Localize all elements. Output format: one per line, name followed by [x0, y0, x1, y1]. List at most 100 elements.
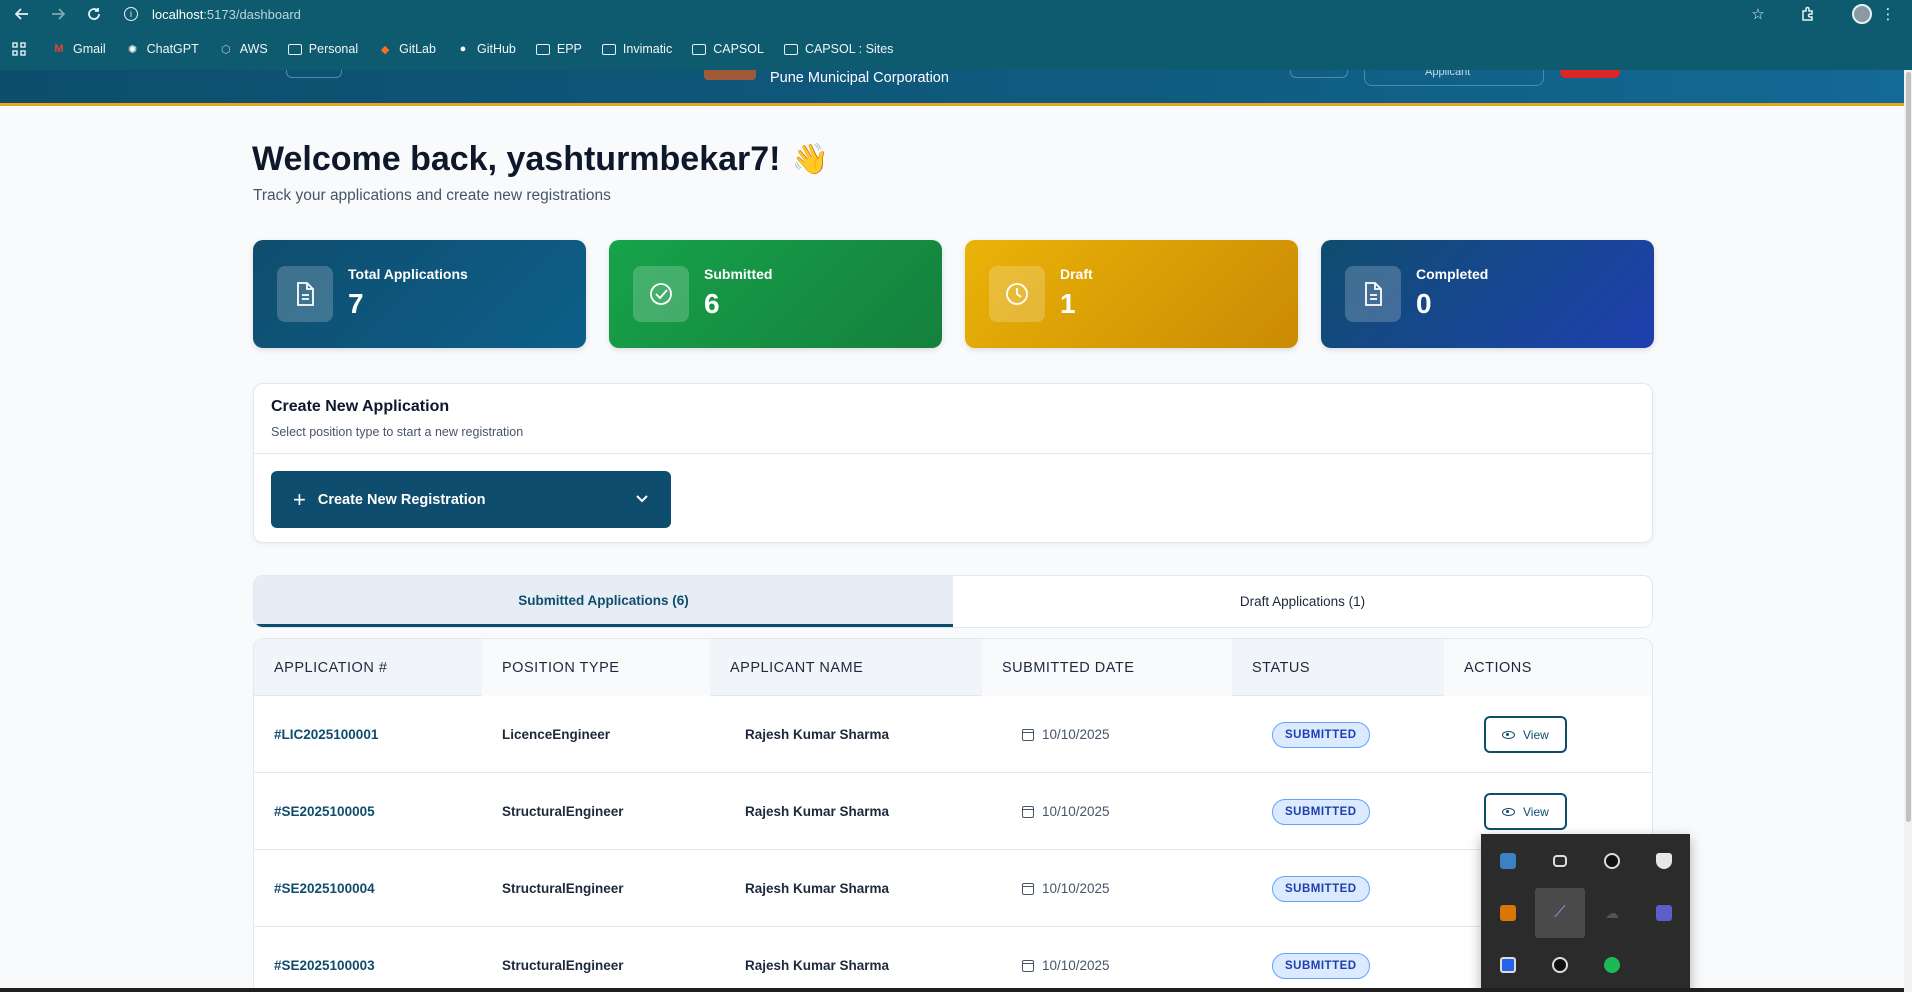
date-text: 10/10/2025 — [1042, 804, 1110, 819]
table-row: #SE2025100005 StructuralEngineer Rajesh … — [254, 773, 1652, 850]
tray-app-icon[interactable] — [1483, 888, 1533, 938]
submitted-date: 10/10/2025 — [1022, 696, 1110, 773]
applications-table: APPLICATION # POSITION TYPE APPLICANT NA… — [253, 638, 1653, 992]
application-number-link[interactable]: #SE2025100004 — [274, 850, 375, 927]
welcome-subtitle: Track your applications and create new r… — [253, 187, 611, 204]
logout-button[interactable] — [1560, 70, 1620, 78]
bookmark-github[interactable]: ● GitHub — [456, 42, 516, 56]
folder-icon — [783, 42, 798, 56]
application-number-link[interactable]: #SE2025100003 — [274, 927, 375, 991]
bookmark-capsol-sites[interactable]: CAPSOL : Sites — [783, 42, 893, 56]
bookmark-gitlab[interactable]: ◆ GitLab — [378, 42, 436, 56]
column-header-application-number: APPLICATION # — [274, 659, 388, 676]
tab-draft-applications[interactable]: Draft Applications (1) — [953, 576, 1652, 627]
table-header: APPLICATION # POSITION TYPE APPLICANT NA… — [254, 639, 1652, 696]
bookmark-label: Personal — [308, 42, 359, 56]
welcome-title: Welcome back, yashturmbekar7! — [252, 140, 781, 178]
extensions-icon[interactable] — [1796, 3, 1820, 25]
waving-hand-icon: 👋 — [791, 143, 830, 176]
application-tabs: Submitted Applications (6) Draft Applica… — [253, 575, 1653, 628]
table-row: #LIC2025100001 LicenceEngineer Rajesh Ku… — [254, 696, 1652, 773]
address-bar[interactable]: i localhost:5173/dashboard — [124, 3, 1774, 25]
create-application-card: Create New Application Select position t… — [253, 383, 1653, 543]
bookmark-label: Gmail — [73, 42, 106, 56]
bookmark-label: ChatGPT — [146, 42, 199, 56]
stat-label: Draft — [1060, 266, 1093, 282]
calendar-icon — [1022, 805, 1034, 818]
bookmark-label: GitHub — [476, 42, 516, 56]
document-icon — [1345, 266, 1401, 322]
forward-arrow-icon[interactable] — [46, 2, 70, 26]
bookmark-aws[interactable]: ⬡ AWS — [219, 42, 268, 56]
stat-label: Completed — [1416, 266, 1489, 282]
check-circle-icon — [633, 266, 689, 322]
column-header-applicant-name: APPLICANT NAME — [730, 659, 864, 676]
reload-icon[interactable] — [82, 2, 106, 26]
date-text: 10/10/2025 — [1042, 958, 1110, 973]
user-role: Applicant — [1425, 70, 1471, 78]
stat-value: 7 — [348, 288, 364, 319]
user-menu[interactable]: Applicant — [1364, 70, 1544, 86]
actions-cell: View — [1484, 696, 1567, 773]
info-icon[interactable]: i — [124, 7, 138, 21]
url-path: :5173/dashboard — [203, 6, 301, 22]
gitlab-icon: ◆ — [380, 43, 390, 56]
scrollbar-thumb[interactable] — [1906, 72, 1911, 822]
back-arrow-icon[interactable] — [10, 2, 34, 26]
status-cell: SUBMITTED — [1272, 850, 1370, 927]
stat-card-completed: Completed 0 — [1321, 240, 1654, 348]
tray-teams-icon[interactable] — [1639, 888, 1689, 938]
view-button[interactable]: View — [1484, 793, 1567, 830]
table-row: #SE2025100004 StructuralEngineer Rajesh … — [254, 850, 1652, 927]
application-number-link[interactable]: #LIC2025100001 — [274, 696, 378, 773]
bookmark-invimatic[interactable]: Invimatic — [601, 42, 672, 56]
view-label: View — [1523, 727, 1549, 742]
create-card-subtitle: Select position type to start a new regi… — [271, 425, 524, 439]
view-button[interactable]: View — [1484, 716, 1567, 753]
position-type: StructuralEngineer — [502, 958, 624, 973]
stat-value: 6 — [704, 288, 720, 319]
profile-avatar[interactable] — [1850, 3, 1874, 25]
tray-app-icon[interactable] — [1483, 940, 1533, 990]
status-cell: SUBMITTED — [1272, 927, 1370, 991]
submitted-date: 10/10/2025 — [1022, 850, 1110, 927]
eye-icon — [1502, 730, 1515, 739]
create-registration-button[interactable]: + Create New Registration — [271, 471, 671, 528]
tray-shield-icon[interactable] — [1639, 836, 1689, 886]
tray-security-icon[interactable] — [1587, 836, 1637, 886]
bookmark-personal[interactable]: Personal — [287, 42, 359, 56]
table-row: #SE2025100003 StructuralEngineer Rajesh … — [254, 927, 1652, 991]
bookmark-label: AWS — [239, 42, 268, 56]
clock-icon — [989, 266, 1045, 322]
bookmark-epp[interactable]: EPP — [535, 42, 582, 56]
bookmark-capsol[interactable]: CAPSOL — [692, 42, 764, 56]
folder-icon — [287, 42, 302, 56]
apps-grid-icon[interactable] — [12, 42, 26, 56]
github-icon: ● — [459, 43, 467, 55]
notification-button[interactable] — [1290, 70, 1348, 78]
menu-dots-icon[interactable]: ⋮ — [1878, 3, 1898, 25]
tray-app-icon[interactable] — [1483, 836, 1533, 886]
applicant-name: Rajesh Kumar Sharma — [745, 727, 890, 742]
date-text: 10/10/2025 — [1042, 881, 1110, 896]
tray-cloud-icon[interactable]: ☁ — [1587, 888, 1637, 938]
tab-submitted-applications[interactable]: Submitted Applications (6) — [254, 576, 953, 627]
tray-app-icon[interactable] — [1535, 940, 1585, 990]
tray-camera-icon[interactable] — [1535, 836, 1585, 886]
tray-spotify-icon[interactable] — [1587, 940, 1637, 990]
menu-button[interactable] — [286, 70, 342, 78]
application-number-link[interactable]: #SE2025100005 — [274, 773, 375, 850]
date-text: 10/10/2025 — [1042, 727, 1110, 742]
bookmark-gmail[interactable]: M Gmail — [52, 42, 106, 56]
bookmarks-bar: M Gmail ✺ ChatGPT ⬡ AWS Personal ◆ GitLab ● G… — [0, 28, 1912, 70]
position-type: StructuralEngineer — [502, 804, 624, 819]
plus-icon: + — [293, 486, 306, 512]
stat-value: 1 — [1060, 288, 1076, 319]
applicant-name: Rajesh Kumar Sharma — [745, 881, 890, 896]
stat-label: Total Applications — [348, 266, 468, 282]
bookmark-chatgpt[interactable]: ✺ ChatGPT — [126, 42, 199, 56]
column-header-submitted-date: SUBMITTED DATE — [982, 639, 1232, 696]
tray-pen-icon[interactable]: ⟋ — [1535, 888, 1585, 938]
bookmark-star-icon[interactable]: ☆ — [1746, 3, 1770, 25]
view-label: View — [1523, 804, 1549, 819]
